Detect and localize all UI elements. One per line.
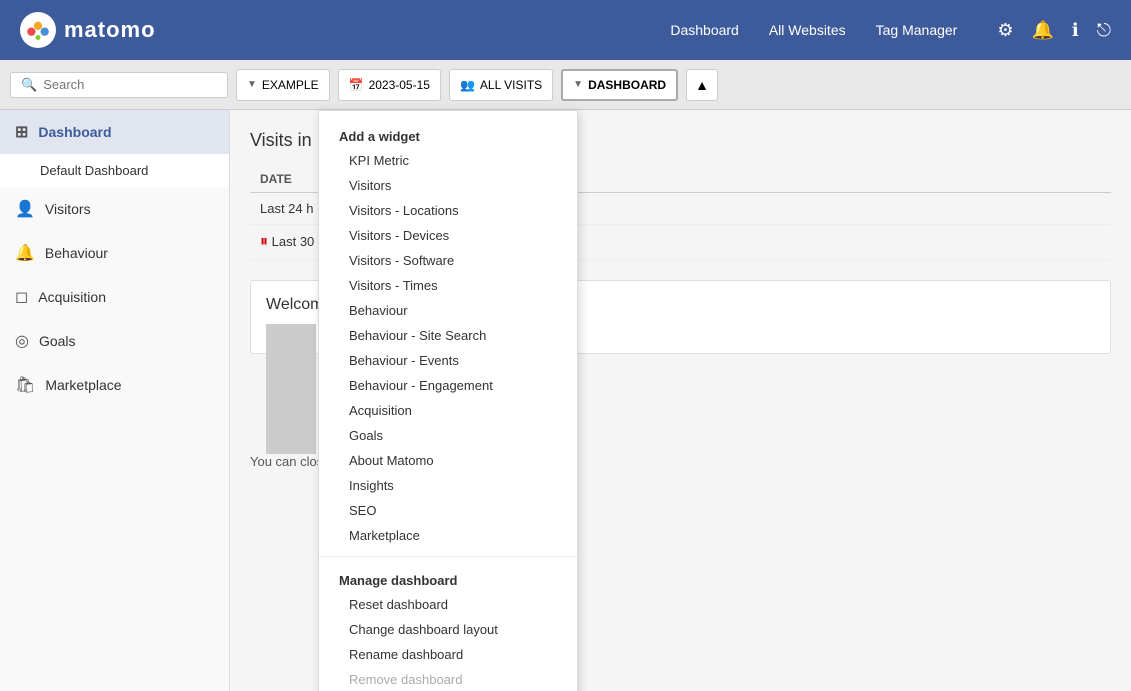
date-label: 2023-05-15 xyxy=(369,78,430,92)
date-button[interactable]: 📅 2023-05-15 xyxy=(338,69,441,101)
nav-tag-manager[interactable]: Tag Manager xyxy=(876,22,958,38)
dropdown-item-marketplace[interactable]: Marketplace xyxy=(319,523,577,548)
dropdown-item-goals[interactable]: Goals xyxy=(319,423,577,448)
dropdown-divider-1 xyxy=(319,556,577,557)
chevron-down-icon: ▼ xyxy=(247,79,257,90)
sidebar-sub-label-default: Default Dashboard xyxy=(40,163,148,178)
sidebar-item-label-behaviour: Behaviour xyxy=(45,245,108,261)
dashboard-button[interactable]: ▼ DASHBOARD xyxy=(561,69,678,101)
sidebar-item-default-dashboard[interactable]: Default Dashboard xyxy=(0,154,229,187)
dropdown-item-insights[interactable]: Insights xyxy=(319,473,577,498)
sidebar-item-label-marketplace: Marketplace xyxy=(45,377,121,393)
dashboard-icon: ⊞ xyxy=(15,122,28,142)
dropdown-item-visitors[interactable]: Visitors xyxy=(319,173,577,198)
sidebar-item-acquisition[interactable]: ◻ Acquisition xyxy=(0,275,229,319)
dropdown-item-kpi[interactable]: KPI Metric xyxy=(319,148,577,173)
chevron-down-icon-2: ▼ xyxy=(573,79,583,90)
visits-icon: 👥 xyxy=(460,78,475,92)
sidebar: ⊞ Dashboard Default Dashboard 👤 Visitors… xyxy=(0,110,230,691)
logo-area[interactable]: matomo xyxy=(20,12,156,48)
dropdown-item-reset-dashboard[interactable]: Reset dashboard xyxy=(319,592,577,617)
nav-all-websites[interactable]: All Websites xyxy=(769,22,846,38)
dropdown-item-acquisition[interactable]: Acquisition xyxy=(319,398,577,423)
dropdown-item-behaviour-engagement[interactable]: Behaviour - Engagement xyxy=(319,373,577,398)
sidebar-item-label-visitors: Visitors xyxy=(45,201,91,217)
visitors-icon: 👤 xyxy=(15,199,35,219)
sidebar-item-dashboard[interactable]: ⊞ Dashboard xyxy=(0,110,229,154)
dropdown-item-visitors-devices[interactable]: Visitors - Devices xyxy=(319,223,577,248)
search-icon: 🔍 xyxy=(21,77,37,93)
nav-dashboard[interactable]: Dashboard xyxy=(670,22,739,38)
logo-text: matomo xyxy=(64,17,156,43)
matomo-logo xyxy=(20,12,56,48)
main-layout: ⊞ Dashboard Default Dashboard 👤 Visitors… xyxy=(0,110,1131,691)
goals-icon: ◎ xyxy=(15,331,29,351)
dropdown-item-visitors-locations[interactable]: Visitors - Locations xyxy=(319,198,577,223)
welcome-thumbnail xyxy=(266,324,316,454)
behaviour-icon: 🔔 xyxy=(15,243,35,263)
sidebar-item-marketplace[interactable]: 🛍 Marketplace xyxy=(0,363,229,407)
all-visits-button[interactable]: 👥 ALL VISITS xyxy=(449,69,553,101)
dropdown-item-behaviour[interactable]: Behaviour xyxy=(319,298,577,323)
top-navigation: matomo Dashboard All Websites Tag Manage… xyxy=(0,0,1131,60)
sidebar-item-goals[interactable]: ◎ Goals xyxy=(0,319,229,363)
sub-navigation: 🔍 ▼ EXAMPLE 📅 2023-05-15 👥 ALL VISITS ▼ … xyxy=(0,60,1131,110)
gear-icon[interactable]: ⚙ xyxy=(997,20,1013,41)
sidebar-item-label-acquisition: Acquisition xyxy=(38,289,106,305)
info-icon[interactable]: ℹ xyxy=(1072,20,1079,41)
add-widget-title: Add a widget xyxy=(319,121,577,148)
search-box[interactable]: 🔍 xyxy=(10,72,228,98)
dropdown-item-seo[interactable]: SEO xyxy=(319,498,577,523)
sidebar-item-label-goals: Goals xyxy=(39,333,76,349)
visits-title-text: Visits in xyxy=(250,130,312,150)
dropdown-item-behaviour-site-search[interactable]: Behaviour - Site Search xyxy=(319,323,577,348)
dropdown-item-about-matomo[interactable]: About Matomo xyxy=(319,448,577,473)
marketplace-icon: 🛍 xyxy=(15,375,35,395)
dropdown-item-visitors-times[interactable]: Visitors - Times xyxy=(319,273,577,298)
collapse-button[interactable]: ▲ xyxy=(686,69,718,101)
bell-icon[interactable]: 🔔 xyxy=(1031,20,1053,41)
sidebar-item-visitors[interactable]: 👤 Visitors xyxy=(0,187,229,231)
manage-dashboard-title: Manage dashboard xyxy=(319,565,577,592)
all-visits-label: ALL VISITS xyxy=(480,78,542,92)
acquisition-icon: ◻ xyxy=(15,287,28,307)
dropdown-item-behaviour-events[interactable]: Behaviour - Events xyxy=(319,348,577,373)
calendar-icon: 📅 xyxy=(349,78,364,92)
top-nav-icons: ⚙ 🔔 ℹ ⎋ xyxy=(997,20,1111,41)
example-label: EXAMPLE xyxy=(262,78,319,92)
dropdown-item-visitors-software[interactable]: Visitors - Software xyxy=(319,248,577,273)
top-nav-links: Dashboard All Websites Tag Manager ⚙ 🔔 ℹ… xyxy=(670,20,1111,41)
dropdown-item-rename-dashboard[interactable]: Rename dashboard xyxy=(319,642,577,667)
signout-icon[interactable]: ⎋ xyxy=(1097,20,1111,41)
search-input[interactable] xyxy=(43,77,217,92)
example-button[interactable]: ▼ EXAMPLE xyxy=(236,69,330,101)
dropdown-item-remove-dashboard: Remove dashboard xyxy=(319,667,577,691)
dashboard-label: DASHBOARD xyxy=(588,78,666,92)
dropdown-item-change-layout[interactable]: Change dashboard layout xyxy=(319,617,577,642)
dropdown-panel: Add a widget KPI Metric Visitors Visitor… xyxy=(318,110,578,691)
sidebar-item-behaviour[interactable]: 🔔 Behaviour xyxy=(0,231,229,275)
pause-icon: ⏸ xyxy=(260,233,268,250)
sidebar-item-label-dashboard: Dashboard xyxy=(38,124,111,140)
